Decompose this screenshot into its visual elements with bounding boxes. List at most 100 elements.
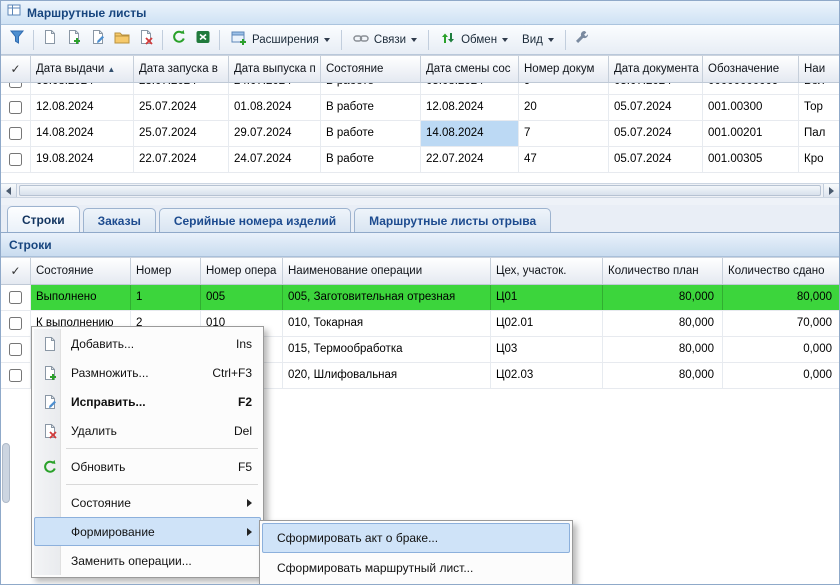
tab-orders[interactable]: Заказы [83, 208, 156, 232]
duplicate-document-button[interactable] [62, 28, 86, 52]
cell-release-date[interactable]: 01.08.2024 [229, 95, 321, 120]
links-menu[interactable]: Связи [346, 28, 424, 52]
cell-state-change-date[interactable]: 22.07.2024 [421, 147, 519, 172]
cell-qty-plan[interactable]: 80,000 [603, 311, 723, 336]
row-checkbox[interactable] [9, 153, 22, 166]
cell-qty-done[interactable]: 70,000 [723, 311, 839, 336]
tab-detach-route-sheets[interactable]: Маршрутные листы отрыва [354, 208, 551, 232]
cell-workshop[interactable]: Ц02.01 [491, 311, 603, 336]
cell-state[interactable]: В работе [321, 121, 421, 146]
row-checkbox[interactable] [9, 101, 22, 114]
col-op-number[interactable]: Номер опера [201, 258, 283, 284]
col-designation[interactable]: Обозначение [703, 56, 799, 82]
submenu-item-route-sheet[interactable]: Сформировать маршрутный лист... [262, 553, 570, 583]
cell-start-date[interactable]: 23.07.2024 [134, 83, 229, 94]
menu-item-delete[interactable]: Удалить Del [34, 416, 261, 445]
table-row[interactable]: 05.08.2024 23.07.2024 24.07.2024 В работ… [1, 83, 839, 95]
cell-op-name[interactable]: 020, Шлифовальная [283, 363, 491, 388]
col-workshop[interactable]: Цех, участок. [491, 258, 603, 284]
menu-item-replace-operations[interactable]: Заменить операции... [34, 546, 261, 575]
cell-doc-number[interactable]: 47 [519, 147, 609, 172]
exchange-menu[interactable]: Обмен [433, 28, 515, 52]
cell-state[interactable]: В работе [321, 95, 421, 120]
cell-qty-done[interactable]: 0,000 [723, 363, 839, 388]
cell-op-name[interactable]: 005, Заготовительная отрезная [283, 285, 491, 310]
table-row[interactable]: 19.08.2024 22.07.2024 24.07.2024 В работ… [1, 147, 839, 173]
col-state[interactable]: Состояние [31, 258, 131, 284]
table-row[interactable]: 14.08.2024 25.07.2024 29.07.2024 В работ… [1, 121, 839, 147]
scroll-left-button[interactable] [1, 184, 17, 197]
col-release-date[interactable]: Дата выпуска п [229, 56, 321, 82]
cell-designation[interactable]: 001.00201 [703, 121, 799, 146]
cell-designation[interactable]: 00000000009 [703, 83, 799, 94]
cell-workshop[interactable]: Ц01 [491, 285, 603, 310]
cell-qty-plan[interactable]: 80,000 [603, 285, 723, 310]
cell-doc-date[interactable]: 05.07.2024 [609, 83, 703, 94]
row-checkbox[interactable] [9, 317, 22, 330]
cell-doc-number[interactable]: 20 [519, 95, 609, 120]
menu-item-refresh[interactable]: Обновить F5 [34, 452, 261, 481]
table-row-done[interactable]: Выполнено 1 005 005, Заготовительная отр… [1, 285, 839, 311]
cell-doc-number[interactable]: 7 [519, 121, 609, 146]
cell-start-date[interactable]: 25.07.2024 [134, 121, 229, 146]
cell-workshop[interactable]: Ц02.03 [491, 363, 603, 388]
menu-item-add[interactable]: Добавить... Ins [34, 329, 261, 358]
cell-name[interactable]: Кро [799, 147, 839, 172]
cell-state[interactable]: В работе [321, 83, 421, 94]
cell-release-date[interactable]: 24.07.2024 [229, 147, 321, 172]
col-state[interactable]: Состояние [321, 56, 421, 82]
cell-state[interactable]: В работе [321, 147, 421, 172]
row-checkbox[interactable] [9, 343, 22, 356]
scrollbar-thumb[interactable] [19, 185, 821, 196]
table-row[interactable]: 12.08.2024 25.07.2024 01.08.2024 В работ… [1, 95, 839, 121]
col-start-date[interactable]: Дата запуска в [134, 56, 229, 82]
cell-issue-date[interactable]: 12.08.2024 [31, 95, 134, 120]
cell-start-date[interactable]: 22.07.2024 [134, 147, 229, 172]
row-checkbox[interactable] [9, 127, 22, 140]
cell-doc-date[interactable]: 05.07.2024 [609, 121, 703, 146]
col-name[interactable]: Наи [799, 56, 839, 82]
cell-workshop[interactable]: Ц03 [491, 337, 603, 362]
menu-item-duplicate[interactable]: Размножить... Ctrl+F3 [34, 358, 261, 387]
scroll-right-button[interactable] [823, 184, 839, 197]
row-checkbox[interactable] [9, 83, 22, 88]
col-issue-date[interactable]: Дата выдачи▲ [31, 56, 134, 82]
submenu-item-defect-act[interactable]: Сформировать акт о браке... [262, 523, 570, 553]
cell-release-date[interactable]: 29.07.2024 [229, 121, 321, 146]
tab-rows[interactable]: Строки [7, 206, 80, 232]
filter-button[interactable] [5, 28, 29, 52]
cell-number[interactable]: 1 [131, 285, 201, 310]
cell-name[interactable]: Тор [799, 95, 839, 120]
select-all-header[interactable]: ✓ [1, 258, 31, 284]
cell-state-change-date-selected[interactable]: 14.08.2024 [421, 121, 519, 146]
cell-start-date[interactable]: 25.07.2024 [134, 95, 229, 120]
extensions-menu[interactable]: Расширения [224, 28, 337, 52]
cell-state-change-date[interactable]: 12.08.2024 [421, 95, 519, 120]
col-state-change-date[interactable]: Дата смены сос [421, 56, 519, 82]
view-menu[interactable]: Вид [515, 28, 561, 52]
cell-name[interactable]: Пал [799, 121, 839, 146]
add-document-button[interactable] [38, 28, 62, 52]
menu-item-state[interactable]: Состояние [34, 488, 261, 517]
open-folder-button[interactable] [110, 28, 134, 52]
cell-qty-done[interactable]: 0,000 [723, 337, 839, 362]
cell-designation[interactable]: 001.00300 [703, 95, 799, 120]
menu-item-edit[interactable]: Исправить... F2 [34, 387, 261, 416]
cell-name[interactable]: Вол [799, 83, 839, 94]
cell-state-change-date[interactable]: 05.08.2024 [421, 83, 519, 94]
cell-op-name[interactable]: 010, Токарная [283, 311, 491, 336]
edit-document-button[interactable] [86, 28, 110, 52]
col-number[interactable]: Номер [131, 258, 201, 284]
select-all-header[interactable]: ✓ [1, 56, 31, 82]
settings-wrench-button[interactable] [570, 28, 594, 52]
cell-doc-date[interactable]: 05.07.2024 [609, 147, 703, 172]
delete-document-button[interactable] [134, 28, 158, 52]
cell-op-number[interactable]: 005 [201, 285, 283, 310]
cell-qty-plan[interactable]: 80,000 [603, 337, 723, 362]
col-doc-date[interactable]: Дата документа [609, 56, 703, 82]
cell-doc-number[interactable]: 9 [519, 83, 609, 94]
row-checkbox[interactable] [9, 369, 22, 382]
col-doc-number[interactable]: Номер докум [519, 56, 609, 82]
cell-issue-date[interactable]: 19.08.2024 [31, 147, 134, 172]
refresh-button[interactable] [167, 28, 191, 52]
